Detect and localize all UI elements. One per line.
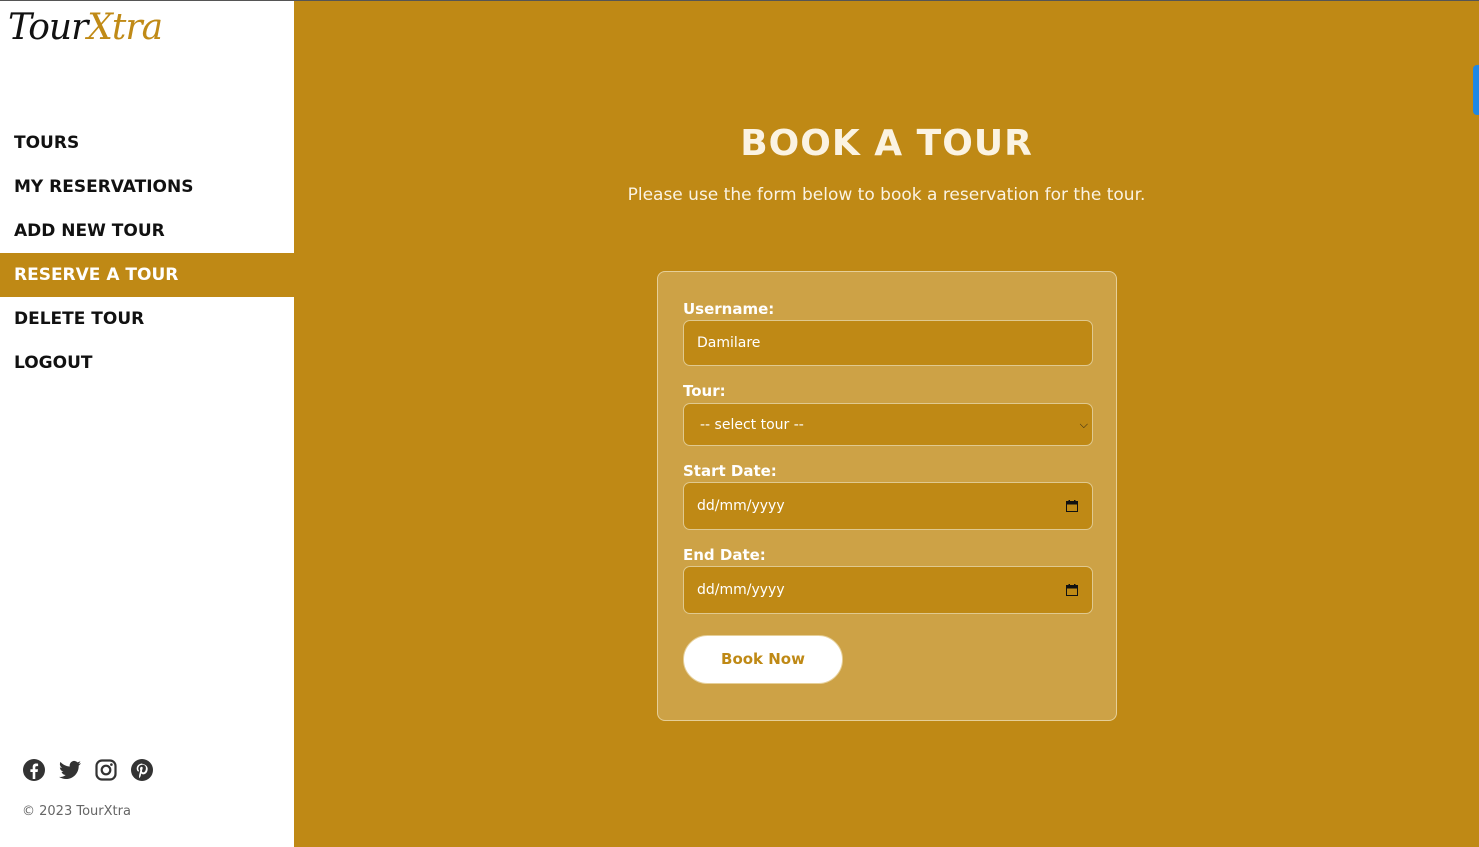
side-scroll-tab[interactable] — [1473, 65, 1479, 115]
nav-item-logout[interactable]: LOGOUT — [0, 341, 294, 385]
booking-form: Username: Damilare Tour: -- select tour … — [657, 271, 1117, 721]
tour-select-value: -- select tour -- — [700, 416, 804, 433]
facebook-icon[interactable] — [22, 758, 46, 782]
chevron-down-icon: ⌵ — [1079, 417, 1088, 431]
username-input[interactable]: Damilare — [683, 320, 1093, 366]
start-date-input[interactable]: dd/mm/yyyy — [683, 482, 1093, 530]
pinterest-icon[interactable] — [130, 758, 154, 782]
username-value: Damilare — [697, 335, 761, 351]
main-content: BOOK A TOUR Please use the form below to… — [294, 0, 1479, 847]
instagram-icon[interactable] — [94, 758, 118, 782]
tour-label: Tour: — [683, 382, 726, 400]
username-label: Username: — [683, 300, 775, 318]
nav-item-tours[interactable]: TOURS — [0, 121, 294, 165]
calendar-icon[interactable] — [1066, 584, 1078, 596]
sidebar: TourXtra TOURS MY RESERVATIONS ADD NEW T… — [0, 0, 294, 847]
nav-item-my-reservations[interactable]: MY RESERVATIONS — [0, 165, 294, 209]
nav-item-reserve-a-tour[interactable]: RESERVE A TOUR — [0, 253, 294, 297]
tour-select[interactable]: -- select tour -- ⌵ — [683, 403, 1093, 446]
logo-text-part1: Tour — [8, 7, 88, 48]
end-date-placeholder: dd/mm/yyyy — [697, 582, 785, 598]
end-date-input[interactable]: dd/mm/yyyy — [683, 566, 1093, 614]
start-date-label: Start Date: — [683, 462, 777, 480]
page-title: BOOK A TOUR — [740, 123, 1033, 164]
copyright-text: © 2023 TourXtra — [22, 804, 131, 819]
end-date-label: End Date: — [683, 546, 766, 564]
book-now-button[interactable]: Book Now — [683, 635, 843, 684]
sidebar-nav: TOURS MY RESERVATIONS ADD NEW TOUR RESER… — [0, 121, 294, 385]
nav-item-add-new-tour[interactable]: ADD NEW TOUR — [0, 209, 294, 253]
logo-text-part2: Xtra — [87, 7, 163, 48]
start-date-placeholder: dd/mm/yyyy — [697, 498, 785, 514]
social-links — [22, 758, 154, 782]
brand-logo[interactable]: TourXtra — [8, 6, 168, 50]
nav-item-delete-tour[interactable]: DELETE TOUR — [0, 297, 294, 341]
calendar-icon[interactable] — [1066, 500, 1078, 512]
page-subtitle: Please use the form below to book a rese… — [627, 185, 1146, 205]
window-top-border — [0, 0, 1479, 1]
twitter-icon[interactable] — [58, 758, 82, 782]
